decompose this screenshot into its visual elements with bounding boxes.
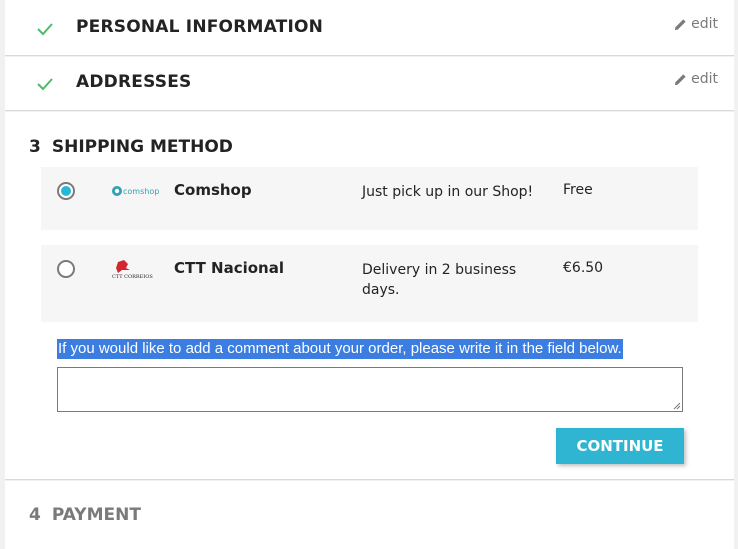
checkmark-icon	[37, 78, 53, 91]
carrier-option-ctt[interactable]: CTT CORREIOS CTT Nacional Delivery in 2 …	[41, 245, 698, 322]
edit-personal-button[interactable]: edit	[674, 16, 718, 32]
svg-text:CTT CORREIOS: CTT CORREIOS	[112, 274, 153, 280]
edit-label: edit	[691, 71, 718, 87]
order-comment-textarea[interactable]	[57, 367, 683, 412]
carrier-option-comshop[interactable]: comshop Comshop Just pick up in our Shop…	[41, 167, 698, 230]
step-title-addresses: Addresses	[76, 72, 192, 92]
step-label: Shipping Method	[51, 137, 233, 157]
step-title-shipping: 3 Shipping Method	[29, 137, 233, 157]
continue-button[interactable]: Continue	[556, 428, 684, 464]
edit-label: edit	[691, 16, 718, 32]
carrier-price: €6.50	[563, 260, 604, 276]
carrier-radio-ctt[interactable]	[57, 260, 75, 278]
carrier-name: CTT Nacional	[174, 259, 284, 277]
checkmark-icon	[37, 23, 53, 36]
pencil-icon	[675, 18, 686, 30]
resize-grip-icon[interactable]	[673, 402, 681, 410]
carrier-delay: Just pick up in our Shop!	[362, 184, 534, 200]
comshop-logo: comshop	[112, 186, 159, 196]
step-personal-information[interactable]: Personal Information edit	[5, 0, 734, 56]
carrier-name: Comshop	[174, 181, 252, 199]
carrier-delay: Delivery in 2 business days.	[362, 262, 517, 298]
comment-label: If you would like to add a comment about…	[57, 339, 623, 359]
carrier-price: Free	[563, 182, 593, 198]
checkout-page: Personal Information edit Addresses edit…	[0, 0, 738, 549]
step-number: 3	[29, 137, 41, 157]
step-addresses[interactable]: Addresses edit	[5, 57, 734, 111]
step-title-personal: Personal Information	[76, 17, 324, 37]
step-label: Payment	[51, 505, 141, 525]
step-shipping-method: 3 Shipping Method comshop Comshop Just pi…	[5, 112, 734, 480]
edit-addresses-button[interactable]: edit	[674, 71, 718, 87]
svg-text:comshop: comshop	[123, 187, 159, 196]
ctt-logo: CTT CORREIOS	[112, 260, 153, 280]
step-number: 4	[29, 505, 41, 525]
step-payment[interactable]: 4 Payment	[5, 481, 734, 549]
pencil-icon	[675, 73, 686, 85]
carrier-radio-comshop[interactable]	[57, 182, 75, 200]
step-title-payment: 4 Payment	[29, 505, 141, 525]
